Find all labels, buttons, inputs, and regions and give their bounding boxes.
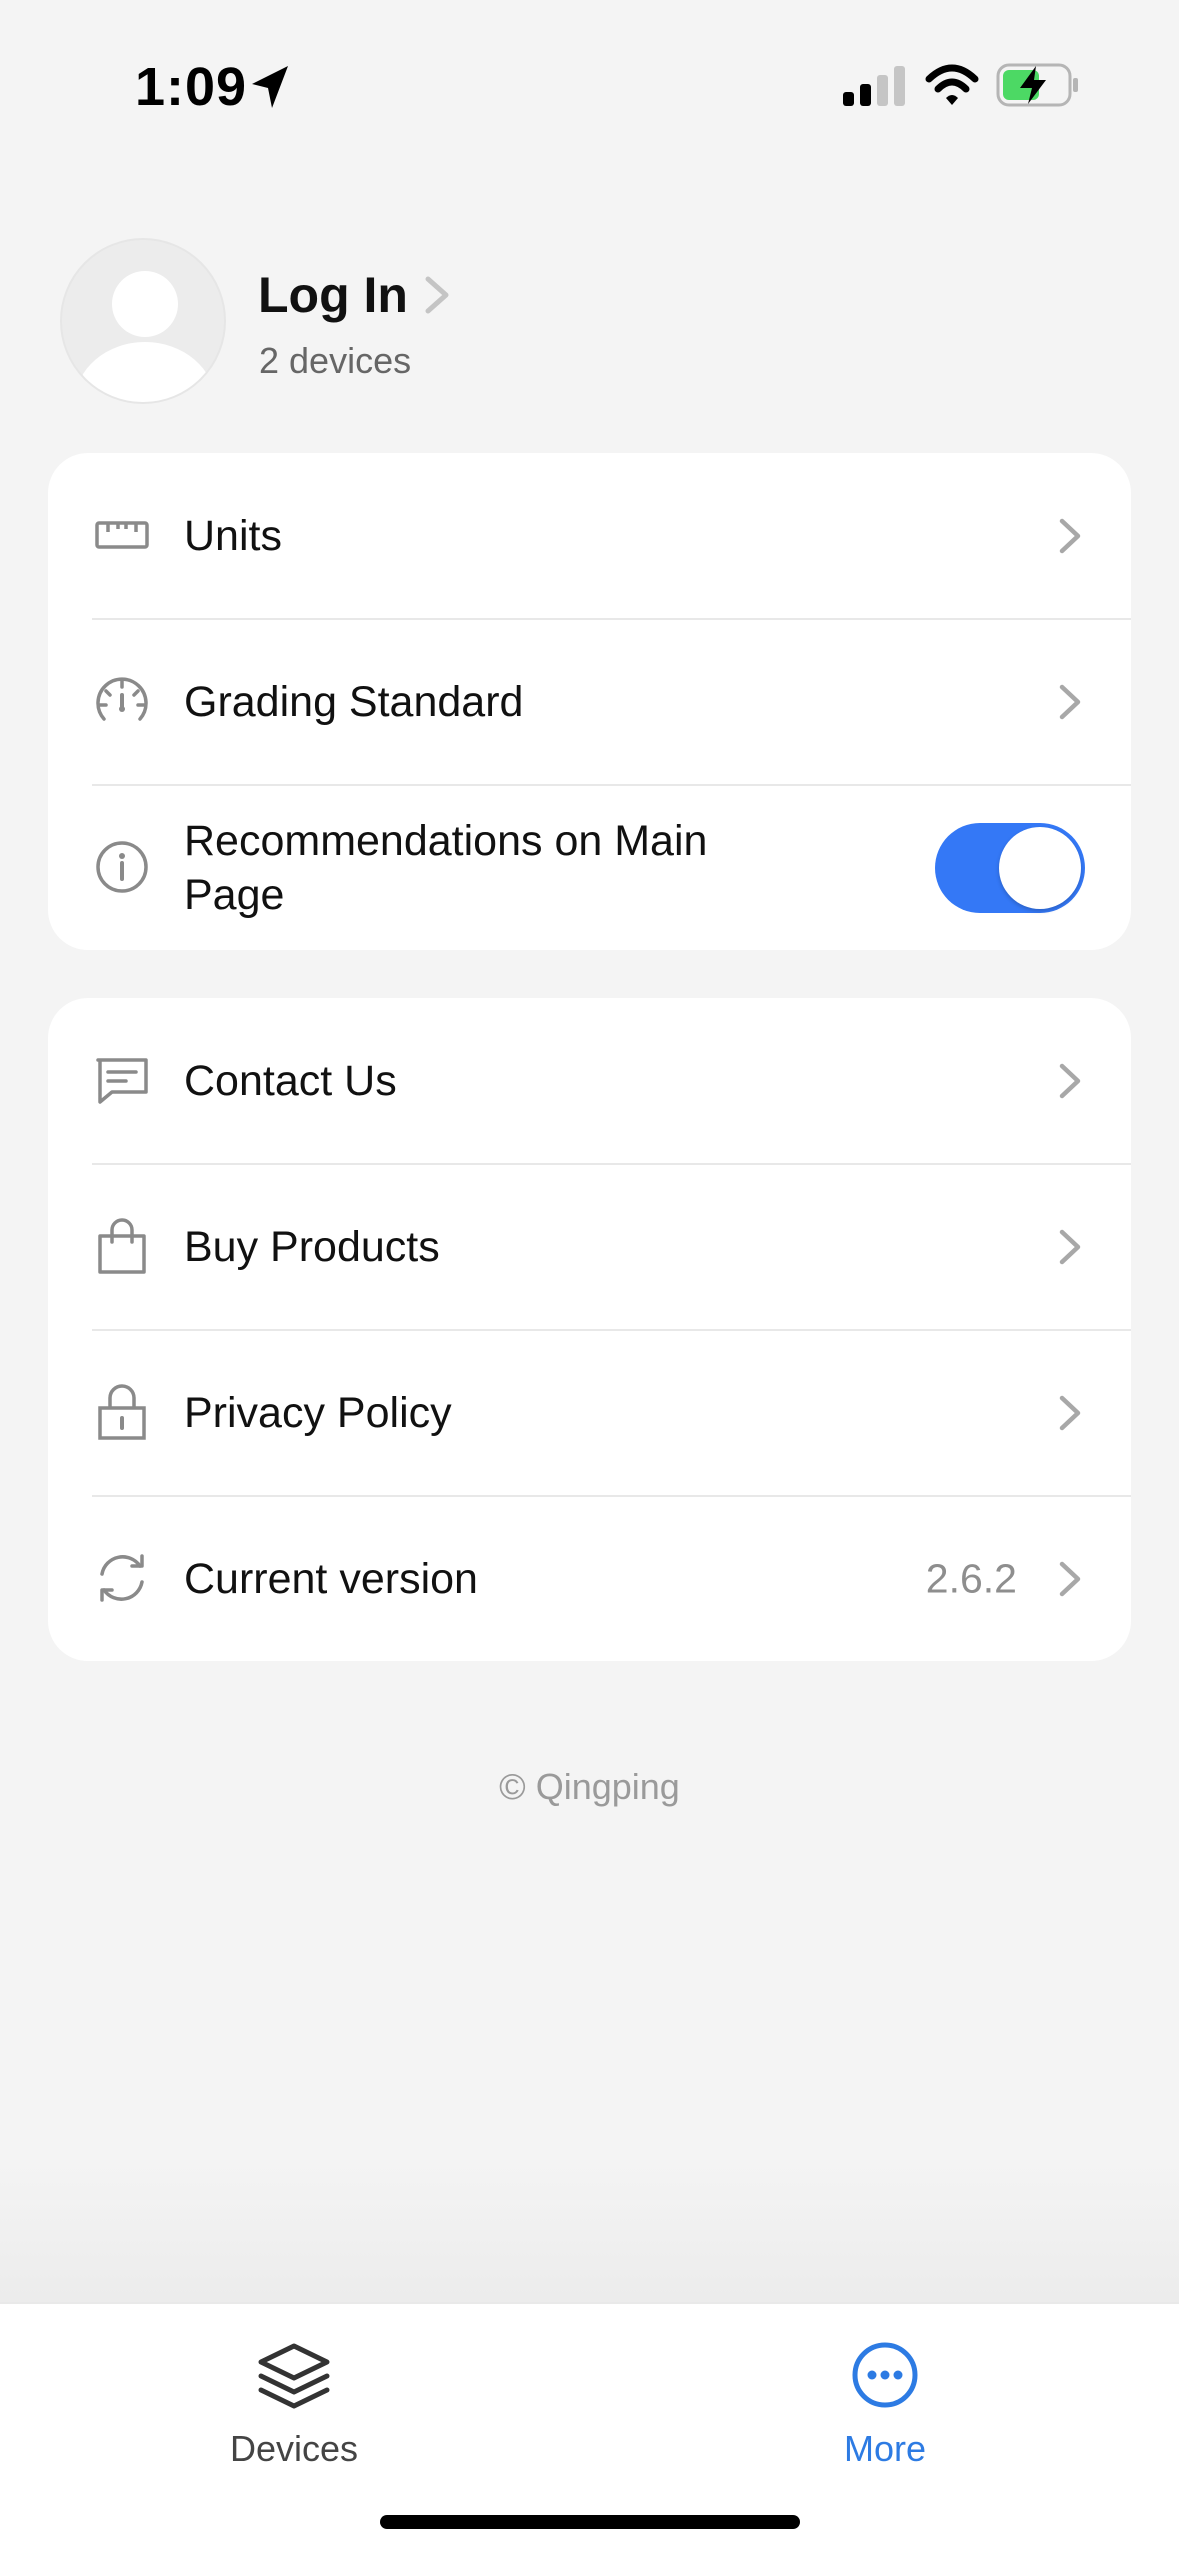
tab-devices-label: Devices: [229, 2428, 359, 2469]
cellular-signal-icon: [843, 66, 905, 106]
chevron-right-icon: [425, 276, 449, 314]
info-card: Contact Us Buy Products Privacy Policy C…: [48, 998, 1131, 1661]
chevron-right-icon: [1059, 1063, 1081, 1099]
recommendations-toggle[interactable]: [935, 823, 1085, 913]
chevron-right-icon: [1059, 1561, 1081, 1597]
privacy-policy-label: Privacy Policy: [184, 1389, 452, 1437]
buy-products-label: Buy Products: [184, 1223, 440, 1271]
status-bar: 1:09: [0, 0, 1179, 170]
current-version-row[interactable]: Current version 2.6.2: [48, 1496, 1131, 1661]
profile-header[interactable]: Log In 2 devices: [60, 238, 1120, 406]
chevron-right-icon: [1059, 1395, 1081, 1431]
login-link[interactable]: Log In: [258, 266, 452, 324]
recommendations-row: Recommendations on Main Page: [48, 785, 1131, 950]
lock-icon: [98, 1384, 146, 1440]
layers-icon: [258, 2343, 330, 2409]
buy-products-row[interactable]: Buy Products: [48, 1164, 1131, 1330]
version-number: 2.6.2: [925, 1555, 1017, 1602]
settings-card: Units Grading Standard Recommendations o…: [48, 453, 1131, 950]
ruler-icon: [95, 521, 149, 549]
status-time: 1:09: [135, 57, 248, 117]
chat-icon: [96, 1058, 148, 1104]
recommendations-label: Recommendations on Main Page: [184, 817, 708, 919]
chevron-right-icon: [1059, 684, 1081, 720]
privacy-policy-row[interactable]: Privacy Policy: [48, 1330, 1131, 1496]
chevron-right-icon: [1059, 518, 1081, 554]
home-indicator[interactable]: [380, 2515, 800, 2529]
current-version-label: Current version: [184, 1555, 478, 1603]
wifi-icon: [925, 64, 979, 105]
login-title: Log In: [258, 267, 408, 323]
gauge-icon: [96, 677, 148, 721]
refresh-icon: [100, 1554, 144, 1602]
units-label: Units: [184, 512, 282, 560]
contact-us-row[interactable]: Contact Us: [48, 998, 1131, 1164]
units-row[interactable]: Units: [48, 453, 1131, 619]
shopping-bag-icon: [98, 1218, 146, 1274]
grading-standard-label: Grading Standard: [184, 678, 524, 726]
grading-standard-row[interactable]: Grading Standard: [48, 619, 1131, 785]
chevron-right-icon: [1059, 1229, 1081, 1265]
tab-more-label: More: [843, 2428, 927, 2469]
more-icon: [852, 2342, 918, 2408]
user-placeholder-icon: [75, 271, 215, 402]
battery-charging-icon: [996, 63, 1078, 107]
bottom-fade: [0, 2160, 1179, 2302]
device-count: 2 devices: [259, 340, 412, 381]
info-icon: [96, 841, 148, 893]
location-arrow-icon: [252, 66, 288, 108]
tab-devices[interactable]: Devices: [144, 2340, 444, 2470]
contact-us-label: Contact Us: [184, 1057, 397, 1105]
toggle-knob: [999, 827, 1081, 909]
tab-more[interactable]: More: [735, 2340, 1035, 2470]
copyright-text: © Qingping: [499, 1766, 680, 1807]
avatar[interactable]: [60, 238, 226, 404]
